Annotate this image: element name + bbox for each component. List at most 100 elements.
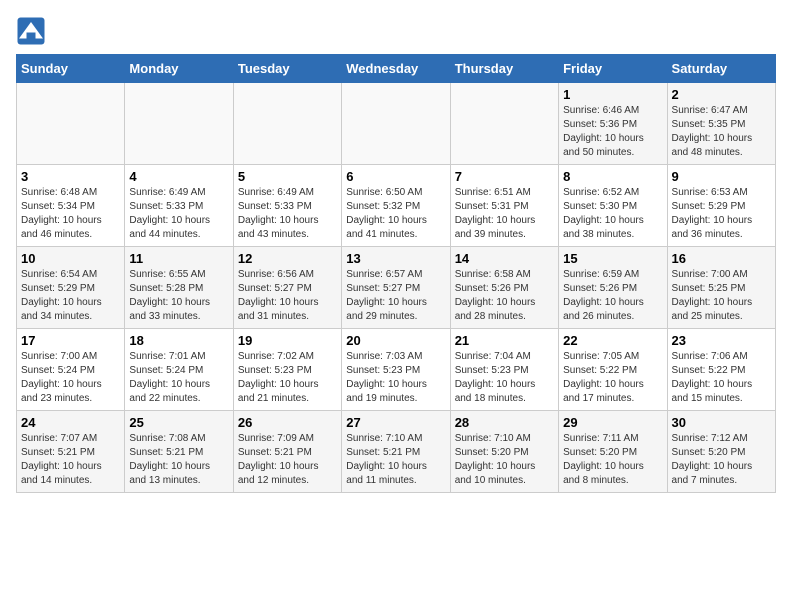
weekday-header: Friday: [559, 55, 667, 83]
calendar-cell: 9 Sunrise: 6:53 AM Sunset: 5:29 PM Daylig…: [667, 165, 775, 247]
day-info: Sunrise: 7:01 AM Sunset: 5:24 PM Dayligh…: [129, 350, 228, 406]
calendar-cell: [125, 83, 233, 165]
day-number: 22: [563, 333, 662, 348]
day-number: 23: [672, 333, 771, 348]
calendar-cell: [233, 83, 341, 165]
day-info: Sunrise: 7:10 AM Sunset: 5:20 PM Dayligh…: [455, 432, 554, 488]
day-number: 4: [129, 169, 228, 184]
calendar-week-row: 10 Sunrise: 6:54 AM Sunset: 5:29 PM Dayli…: [17, 247, 776, 329]
day-info: Sunrise: 6:51 AM Sunset: 5:31 PM Dayligh…: [455, 186, 554, 242]
calendar-cell: 27 Sunrise: 7:10 AM Sunset: 5:21 PM Dayli…: [342, 411, 450, 493]
calendar-cell: 20Sunrise: 7:03 AM Sunset: 5:23 PM Dayli…: [342, 329, 450, 411]
day-info: Sunrise: 6:56 AM Sunset: 5:27 PM Dayligh…: [238, 268, 337, 324]
calendar-week-row: 24Sunrise: 7:07 AM Sunset: 5:21 PM Dayli…: [17, 411, 776, 493]
day-info: Sunrise: 6:55 AM Sunset: 5:28 PM Dayligh…: [129, 268, 228, 324]
day-number: 28: [455, 415, 554, 430]
calendar-week-row: 3Sunrise: 6:48 AM Sunset: 5:34 PM Daylig…: [17, 165, 776, 247]
day-info: Sunrise: 6:54 AM Sunset: 5:29 PM Dayligh…: [21, 268, 120, 324]
calendar-cell: [450, 83, 558, 165]
day-info: Sunrise: 7:00 AM Sunset: 5:24 PM Dayligh…: [21, 350, 120, 406]
calendar-cell: 22 Sunrise: 7:05 AM Sunset: 5:22 PM Dayli…: [559, 329, 667, 411]
day-info: Sunrise: 7:06 AM Sunset: 5:22 PM Dayligh…: [672, 350, 771, 406]
calendar-week-row: 1 Sunrise: 6:46 AM Sunset: 5:36 PM Daylig…: [17, 83, 776, 165]
calendar-cell: 21Sunrise: 7:04 AM Sunset: 5:23 PM Dayli…: [450, 329, 558, 411]
calendar-cell: 14 Sunrise: 6:58 AM Sunset: 5:26 PM Dayli…: [450, 247, 558, 329]
calendar-cell: 13 Sunrise: 6:57 AM Sunset: 5:27 PM Dayli…: [342, 247, 450, 329]
day-info: Sunrise: 7:05 AM Sunset: 5:22 PM Dayligh…: [563, 350, 662, 406]
day-number: 10: [21, 251, 120, 266]
day-number: 16: [672, 251, 771, 266]
day-number: 26: [238, 415, 337, 430]
day-number: 30: [672, 415, 771, 430]
weekday-header: Tuesday: [233, 55, 341, 83]
calendar-cell: 5 Sunrise: 6:49 AM Sunset: 5:33 PM Daylig…: [233, 165, 341, 247]
calendar-cell: 12Sunrise: 6:56 AM Sunset: 5:27 PM Dayli…: [233, 247, 341, 329]
weekday-header: Monday: [125, 55, 233, 83]
calendar-cell: 26 Sunrise: 7:09 AM Sunset: 5:21 PM Dayli…: [233, 411, 341, 493]
day-number: 19: [238, 333, 337, 348]
weekday-header: Wednesday: [342, 55, 450, 83]
calendar-cell: 1 Sunrise: 6:46 AM Sunset: 5:36 PM Daylig…: [559, 83, 667, 165]
calendar-cell: 19Sunrise: 7:02 AM Sunset: 5:23 PM Dayli…: [233, 329, 341, 411]
calendar-cell: 23 Sunrise: 7:06 AM Sunset: 5:22 PM Dayli…: [667, 329, 775, 411]
day-number: 29: [563, 415, 662, 430]
calendar-cell: 18 Sunrise: 7:01 AM Sunset: 5:24 PM Dayli…: [125, 329, 233, 411]
day-number: 2: [672, 87, 771, 102]
day-number: 7: [455, 169, 554, 184]
day-number: 21: [455, 333, 554, 348]
day-info: Sunrise: 6:58 AM Sunset: 5:26 PM Dayligh…: [455, 268, 554, 324]
calendar-cell: 30 Sunrise: 7:12 AM Sunset: 5:20 PM Dayli…: [667, 411, 775, 493]
weekday-header: Saturday: [667, 55, 775, 83]
calendar-cell: 28 Sunrise: 7:10 AM Sunset: 5:20 PM Dayli…: [450, 411, 558, 493]
day-number: 8: [563, 169, 662, 184]
day-number: 25: [129, 415, 228, 430]
calendar-cell: 29 Sunrise: 7:11 AM Sunset: 5:20 PM Dayli…: [559, 411, 667, 493]
calendar-table: SundayMondayTuesdayWednesdayThursdayFrid…: [16, 54, 776, 493]
logo-icon: [16, 16, 46, 46]
logo: [16, 16, 50, 46]
day-info: Sunrise: 6:50 AM Sunset: 5:32 PM Dayligh…: [346, 186, 445, 242]
calendar-cell: 6 Sunrise: 6:50 AM Sunset: 5:32 PM Daylig…: [342, 165, 450, 247]
day-info: Sunrise: 6:52 AM Sunset: 5:30 PM Dayligh…: [563, 186, 662, 242]
day-info: Sunrise: 6:49 AM Sunset: 5:33 PM Dayligh…: [238, 186, 337, 242]
day-number: 27: [346, 415, 445, 430]
day-number: 14: [455, 251, 554, 266]
day-number: 18: [129, 333, 228, 348]
day-info: Sunrise: 7:10 AM Sunset: 5:21 PM Dayligh…: [346, 432, 445, 488]
calendar-cell: 15 Sunrise: 6:59 AM Sunset: 5:26 PM Dayli…: [559, 247, 667, 329]
day-info: Sunrise: 7:11 AM Sunset: 5:20 PM Dayligh…: [563, 432, 662, 488]
calendar-cell: 2 Sunrise: 6:47 AM Sunset: 5:35 PM Daylig…: [667, 83, 775, 165]
calendar-cell: 3Sunrise: 6:48 AM Sunset: 5:34 PM Daylig…: [17, 165, 125, 247]
calendar-cell: 11 Sunrise: 6:55 AM Sunset: 5:28 PM Dayli…: [125, 247, 233, 329]
day-info: Sunrise: 7:09 AM Sunset: 5:21 PM Dayligh…: [238, 432, 337, 488]
day-info: Sunrise: 6:57 AM Sunset: 5:27 PM Dayligh…: [346, 268, 445, 324]
day-info: Sunrise: 7:03 AM Sunset: 5:23 PM Dayligh…: [346, 350, 445, 406]
day-number: 9: [672, 169, 771, 184]
calendar-cell: 10 Sunrise: 6:54 AM Sunset: 5:29 PM Dayli…: [17, 247, 125, 329]
day-info: Sunrise: 6:49 AM Sunset: 5:33 PM Dayligh…: [129, 186, 228, 242]
calendar-cell: [342, 83, 450, 165]
calendar-cell: 24Sunrise: 7:07 AM Sunset: 5:21 PM Dayli…: [17, 411, 125, 493]
day-number: 1: [563, 87, 662, 102]
day-number: 6: [346, 169, 445, 184]
day-info: Sunrise: 6:53 AM Sunset: 5:29 PM Dayligh…: [672, 186, 771, 242]
day-number: 17: [21, 333, 120, 348]
day-info: Sunrise: 7:07 AM Sunset: 5:21 PM Dayligh…: [21, 432, 120, 488]
weekday-header: Thursday: [450, 55, 558, 83]
page-header: [16, 16, 776, 46]
calendar-cell: 8 Sunrise: 6:52 AM Sunset: 5:30 PM Daylig…: [559, 165, 667, 247]
calendar-cell: 4 Sunrise: 6:49 AM Sunset: 5:33 PM Daylig…: [125, 165, 233, 247]
calendar-cell: 7 Sunrise: 6:51 AM Sunset: 5:31 PM Daylig…: [450, 165, 558, 247]
day-info: Sunrise: 6:47 AM Sunset: 5:35 PM Dayligh…: [672, 104, 771, 160]
day-info: Sunrise: 7:00 AM Sunset: 5:25 PM Dayligh…: [672, 268, 771, 324]
day-info: Sunrise: 6:46 AM Sunset: 5:36 PM Dayligh…: [563, 104, 662, 160]
day-info: Sunrise: 6:59 AM Sunset: 5:26 PM Dayligh…: [563, 268, 662, 324]
day-number: 13: [346, 251, 445, 266]
day-info: Sunrise: 7:12 AM Sunset: 5:20 PM Dayligh…: [672, 432, 771, 488]
day-number: 5: [238, 169, 337, 184]
day-info: Sunrise: 7:08 AM Sunset: 5:21 PM Dayligh…: [129, 432, 228, 488]
day-number: 15: [563, 251, 662, 266]
day-number: 11: [129, 251, 228, 266]
calendar-cell: [17, 83, 125, 165]
day-number: 3: [21, 169, 120, 184]
